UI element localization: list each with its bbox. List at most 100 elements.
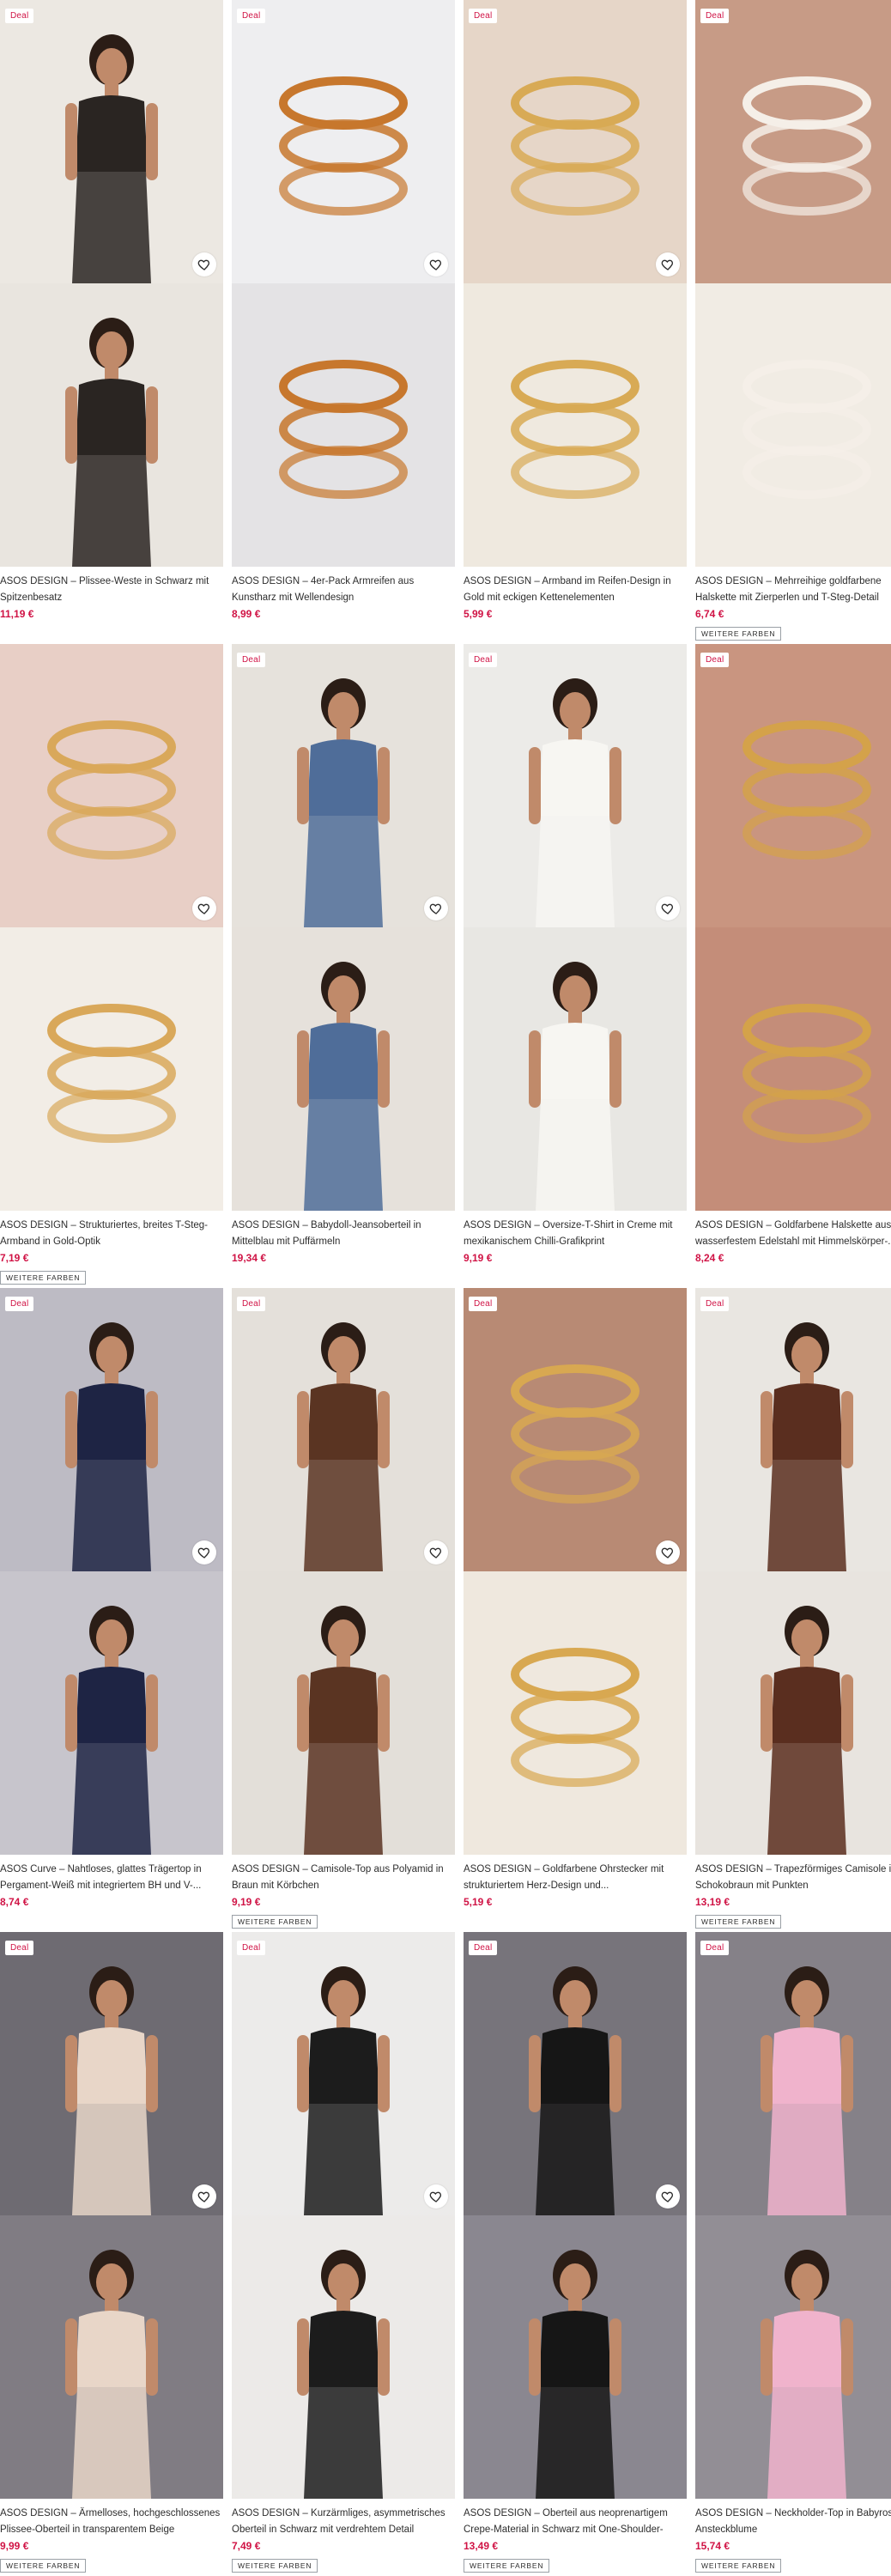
save-heart-button[interactable]: [424, 2184, 448, 2208]
product-title-link[interactable]: ASOS DESIGN – Trapezförmiges Camisole in…: [695, 1862, 891, 1894]
product-card[interactable]: Deal ASOS DESIGN – Babydoll-Jeansoberteil…: [232, 644, 455, 1288]
save-heart-button[interactable]: [424, 896, 448, 920]
product-title-link[interactable]: ASOS DESIGN – Armband im Reifen-Design i…: [464, 574, 685, 606]
save-heart-button[interactable]: [192, 1540, 216, 1564]
product-title-link[interactable]: ASOS DESIGN – Mehrreihige goldfarbene Ha…: [695, 574, 891, 606]
product-title-link[interactable]: ASOS DESIGN – 4er-Pack Armreifen aus Kun…: [232, 574, 453, 606]
product-title-link[interactable]: ASOS DESIGN – Camisole-Top aus Polyamid …: [232, 1862, 453, 1894]
product-image-alt[interactable]: [695, 1571, 891, 1855]
deal-badge: Deal: [5, 1297, 34, 1311]
product-card[interactable]: ASOS DESIGN – Strukturiertes, breites T-…: [0, 644, 223, 1288]
product-card[interactable]: Deal ASOS DESIGN – Armband im Reifen-Desi…: [464, 0, 687, 644]
save-heart-button[interactable]: [424, 252, 448, 276]
product-image[interactable]: [0, 644, 223, 927]
product-image-alt[interactable]: [0, 927, 223, 1211]
deal-badge: Deal: [237, 1297, 266, 1311]
more-colors-badge[interactable]: WEITERE FARBEN: [0, 1271, 87, 1285]
product-title-link[interactable]: ASOS DESIGN – Goldfarbene Halskette aus …: [695, 1218, 891, 1250]
more-colors-badge[interactable]: WEITERE FARBEN: [695, 2559, 782, 2573]
save-heart-button[interactable]: [192, 2184, 216, 2208]
product-image[interactable]: [695, 1288, 891, 1571]
product-card[interactable]: Deal ASOS DESIGN – Camisole-Top aus Polya…: [232, 1288, 455, 1932]
product-card[interactable]: Deal ASOS DESIGN – Goldfarbene Ohrstecker…: [464, 1288, 687, 1932]
product-image[interactable]: [232, 1932, 455, 2215]
product-image-alt[interactable]: [695, 927, 891, 1211]
product-price: 13,49 €: [464, 2540, 499, 2552]
heart-icon: [661, 259, 673, 270]
heart-icon: [661, 2191, 673, 2202]
product-image[interactable]: [464, 644, 687, 927]
product-title-link[interactable]: ASOS DESIGN – Ärmelloses, hochgeschlosse…: [0, 2506, 221, 2538]
product-grid: Deal ASOS DESIGN – Plissee-Weste in Schwa…: [0, 0, 891, 2576]
product-card[interactable]: Deal ASOS DESIGN – Trapezförmiges Camisol…: [695, 1288, 891, 1932]
product-image-alt[interactable]: [232, 927, 455, 1211]
product-image[interactable]: [232, 644, 455, 927]
more-colors-badge[interactable]: WEITERE FARBEN: [464, 2559, 550, 2573]
product-image-alt[interactable]: [232, 1571, 455, 1855]
product-title-link[interactable]: ASOS DESIGN – Oberteil aus neoprenartige…: [464, 2506, 685, 2538]
product-image-alt[interactable]: [464, 283, 687, 567]
product-image-alt[interactable]: [0, 1571, 223, 1855]
product-title-link[interactable]: ASOS Curve – Nahtloses, glattes Trägerto…: [0, 1862, 221, 1894]
product-image[interactable]: [0, 0, 223, 283]
product-card[interactable]: Deal ASOS DESIGN – Mehrreihige goldfarben…: [695, 0, 891, 644]
save-heart-button[interactable]: [656, 2184, 680, 2208]
product-image-alt[interactable]: [0, 2215, 223, 2499]
heart-icon: [661, 1547, 673, 1558]
product-image[interactable]: [464, 0, 687, 283]
product-title-link[interactable]: ASOS DESIGN – Strukturiertes, breites T-…: [0, 1218, 221, 1250]
save-heart-button[interactable]: [424, 1540, 448, 1564]
product-price: 7,19 €: [0, 1252, 29, 1264]
more-colors-badge[interactable]: WEITERE FARBEN: [695, 1915, 782, 1929]
save-heart-button[interactable]: [656, 252, 680, 276]
product-image-alt[interactable]: [695, 283, 891, 567]
product-image-alt[interactable]: [464, 1571, 687, 1855]
more-colors-badge[interactable]: WEITERE FARBEN: [232, 1915, 318, 1929]
deal-badge: Deal: [237, 1941, 266, 1955]
product-title-link[interactable]: ASOS DESIGN – Plissee-Weste in Schwarz m…: [0, 574, 221, 606]
product-title-link[interactable]: ASOS DESIGN – Oversize-T-Shirt in Creme …: [464, 1218, 685, 1250]
save-heart-button[interactable]: [656, 896, 680, 920]
product-image-alt[interactable]: [695, 2215, 891, 2499]
product-image[interactable]: [695, 644, 891, 927]
product-image-alt[interactable]: [232, 2215, 455, 2499]
product-image[interactable]: [464, 1932, 687, 2215]
more-colors-badge[interactable]: WEITERE FARBEN: [0, 2559, 87, 2573]
product-image-alt[interactable]: [464, 2215, 687, 2499]
product-card[interactable]: Deal ASOS DESIGN – Plissee-Weste in Schwa…: [0, 0, 223, 644]
product-card[interactable]: Deal ASOS DESIGN – Oberteil aus neoprenar…: [464, 1932, 687, 2576]
deal-badge: Deal: [700, 1297, 730, 1311]
product-card[interactable]: Deal ASOS DESIGN – 4er-Pack Armreifen aus…: [232, 0, 455, 644]
product-image[interactable]: [695, 1932, 891, 2215]
product-image[interactable]: [0, 1288, 223, 1571]
deal-badge: Deal: [469, 1941, 498, 1955]
save-heart-button[interactable]: [656, 1540, 680, 1564]
product-card[interactable]: Deal ASOS DESIGN – Neckholder-Top in Baby…: [695, 1932, 891, 2576]
product-image[interactable]: [464, 1288, 687, 1571]
more-colors-badge[interactable]: WEITERE FARBEN: [232, 2559, 318, 2573]
product-image[interactable]: [232, 1288, 455, 1571]
product-title-link[interactable]: ASOS DESIGN – Neckholder-Top in Babyros a…: [695, 2506, 891, 2538]
save-heart-button[interactable]: [192, 896, 216, 920]
product-image[interactable]: [232, 0, 455, 283]
product-image-alt[interactable]: [464, 927, 687, 1211]
heart-icon: [429, 1547, 441, 1558]
product-title-link[interactable]: ASOS DESIGN – Kurzärmliges, asymmetrisch…: [232, 2506, 453, 2538]
deal-badge: Deal: [469, 653, 498, 667]
product-image[interactable]: [695, 0, 891, 283]
product-card[interactable]: Deal ASOS DESIGN – Oversize-T-Shirt in Cr…: [464, 644, 687, 1288]
product-image-alt[interactable]: [232, 283, 455, 567]
product-image[interactable]: [0, 1932, 223, 2215]
product-card[interactable]: Deal ASOS DESIGN – Ärmelloses, hochgeschl…: [0, 1932, 223, 2576]
product-title-link[interactable]: ASOS DESIGN – Babydoll-Jeansoberteil in …: [232, 1218, 453, 1250]
product-card[interactable]: Deal ASOS Curve – Nahtloses, glattes Träg…: [0, 1288, 223, 1932]
product-card[interactable]: Deal ASOS DESIGN – Kurzärmliges, asymmetr…: [232, 1932, 455, 2576]
more-colors-badge[interactable]: WEITERE FARBEN: [695, 627, 782, 641]
deal-badge: Deal: [5, 1941, 34, 1955]
product-image-alt[interactable]: [0, 283, 223, 567]
product-title-link[interactable]: ASOS DESIGN – Goldfarbene Ohrstecker mit…: [464, 1862, 685, 1894]
product-price: 8,99 €: [232, 608, 261, 620]
product-price: 19,34 €: [232, 1252, 267, 1264]
save-heart-button[interactable]: [192, 252, 216, 276]
product-card[interactable]: Deal ASOS DESIGN – Goldfarbene Halskette …: [695, 644, 891, 1288]
